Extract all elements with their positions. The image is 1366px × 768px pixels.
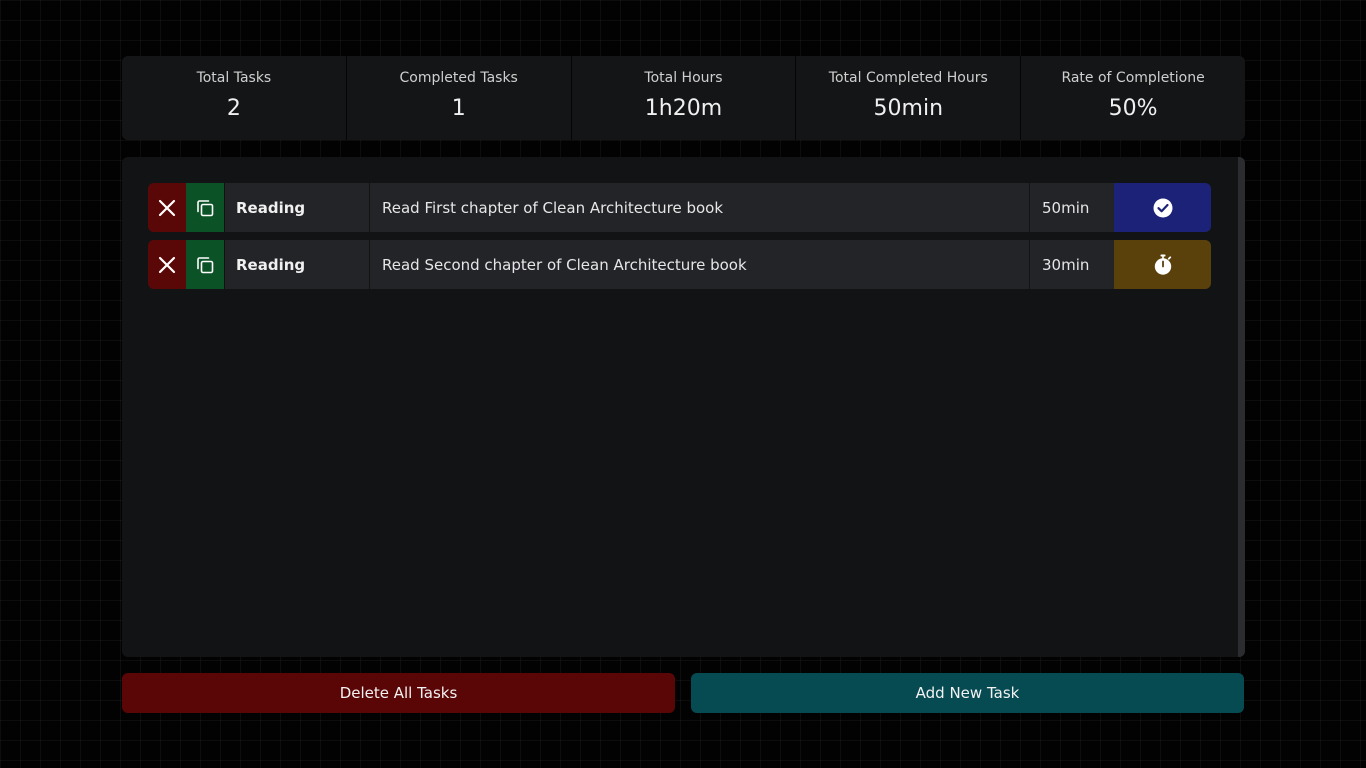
delete-all-tasks-button[interactable]: Delete All Tasks	[122, 673, 675, 713]
duplicate-task-button[interactable]	[186, 240, 225, 289]
task-category: Reading	[225, 183, 370, 232]
stat-value: 1h20m	[644, 96, 723, 121]
stopwatch-icon	[1154, 254, 1171, 275]
duplicate-task-button[interactable]	[186, 183, 225, 232]
stat-label: Total Hours	[644, 70, 723, 86]
add-new-task-button[interactable]: Add New Task	[691, 673, 1244, 713]
stat-completed-tasks: Completed Tasks 1	[347, 56, 572, 140]
task-category: Reading	[225, 240, 370, 289]
stat-value: 1	[451, 96, 466, 121]
task-row: Reading Read Second chapter of Clean Arc…	[148, 240, 1211, 289]
task-duration: 50min	[1042, 198, 1090, 217]
stat-total-completed-hours: Total Completed Hours 50min	[796, 56, 1022, 140]
stat-value: 50%	[1108, 96, 1158, 121]
stat-total-hours: Total Hours 1h20m	[572, 56, 797, 140]
check-circle-icon	[1153, 198, 1172, 217]
stat-value: 50min	[873, 96, 944, 121]
stat-rate-of-completion: Rate of Completione 50%	[1021, 56, 1245, 140]
task-description: Read Second chapter of Clean Architectur…	[370, 240, 1030, 289]
delete-task-button[interactable]	[148, 183, 186, 232]
scrollbar[interactable]	[1238, 157, 1245, 657]
task-status-button[interactable]	[1114, 183, 1211, 232]
stat-label: Total Tasks	[196, 70, 272, 86]
stat-label: Completed Tasks	[399, 70, 518, 86]
task-status-button[interactable]	[1114, 240, 1211, 289]
delete-task-button[interactable]	[148, 240, 186, 289]
stat-value: 2	[226, 96, 241, 121]
task-description: Read First chapter of Clean Architecture…	[370, 183, 1030, 232]
close-icon	[158, 256, 176, 273]
stats-bar: Total Tasks 2 Completed Tasks 1 Total Ho…	[122, 56, 1245, 140]
task-duration: 30min	[1042, 255, 1090, 274]
task-row: Reading Read First chapter of Clean Arch…	[148, 183, 1211, 232]
stat-label: Rate of Completione	[1061, 70, 1205, 86]
close-icon	[158, 199, 176, 216]
stat-label: Total Completed Hours	[828, 70, 988, 86]
copy-icon	[197, 256, 214, 273]
copy-icon	[197, 199, 214, 216]
task-list: Reading Read First chapter of Clean Arch…	[122, 157, 1245, 657]
stat-total-tasks: Total Tasks 2	[122, 56, 347, 140]
